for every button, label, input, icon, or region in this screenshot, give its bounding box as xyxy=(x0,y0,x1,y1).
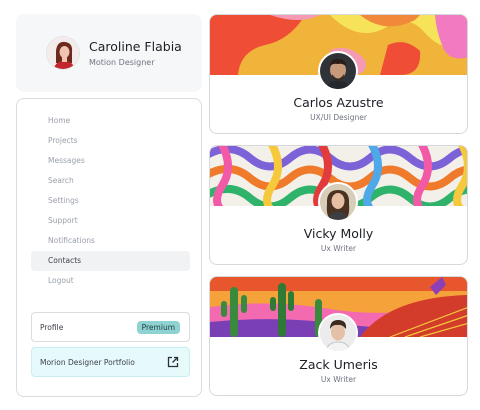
nav-item-support[interactable]: Support xyxy=(31,211,190,231)
nav-item-contacts[interactable]: Contacts xyxy=(31,251,190,271)
contact-avatar xyxy=(318,51,358,91)
contact-name: Carlos Azustre xyxy=(293,95,384,110)
nav-item-logout[interactable]: Logout xyxy=(31,271,190,291)
portfolio-link[interactable]: Morion Designer Portfolio xyxy=(31,347,190,377)
nav-item-search[interactable]: Search xyxy=(31,171,190,191)
contact-role: UX/UI Designer xyxy=(310,113,367,122)
contact-avatar xyxy=(318,182,358,222)
contact-card[interactable]: Carlos Azustre UX/UI Designer xyxy=(209,14,468,134)
profile-row[interactable]: Profile Premium xyxy=(31,312,190,342)
contact-name: Zack Umeris xyxy=(299,357,378,372)
sidebar-nav: Home Projects Messages Search Settings S… xyxy=(31,111,190,291)
user-name: Caroline Flabia xyxy=(89,39,182,54)
nav-item-messages[interactable]: Messages xyxy=(31,151,190,171)
sidebar: Home Projects Messages Search Settings S… xyxy=(16,98,202,397)
external-link-icon[interactable] xyxy=(167,356,179,368)
contact-avatar xyxy=(318,313,358,353)
contact-role: Ux Writer xyxy=(320,244,357,253)
nav-item-projects[interactable]: Projects xyxy=(31,131,190,151)
profile-row-label: Profile xyxy=(40,322,64,332)
contact-card[interactable]: Zack Umeris Ux Writer xyxy=(209,276,468,396)
nav-item-notifications[interactable]: Notifications xyxy=(31,231,190,251)
contact-name: Vicky Molly xyxy=(303,226,374,241)
contact-role: Ux Writer xyxy=(320,375,357,384)
nav-item-home[interactable]: Home xyxy=(31,111,190,131)
portfolio-link-label: Morion Designer Portfolio xyxy=(40,357,135,367)
user-role: Motion Designer xyxy=(89,58,155,67)
current-user-card: Caroline Flabia Motion Designer xyxy=(16,14,202,92)
nav-item-settings[interactable]: Settings xyxy=(31,191,190,211)
user-avatar[interactable] xyxy=(46,36,80,70)
contact-card[interactable]: Vicky Molly Ux Writer xyxy=(209,145,468,265)
premium-badge: Premium xyxy=(136,320,180,334)
